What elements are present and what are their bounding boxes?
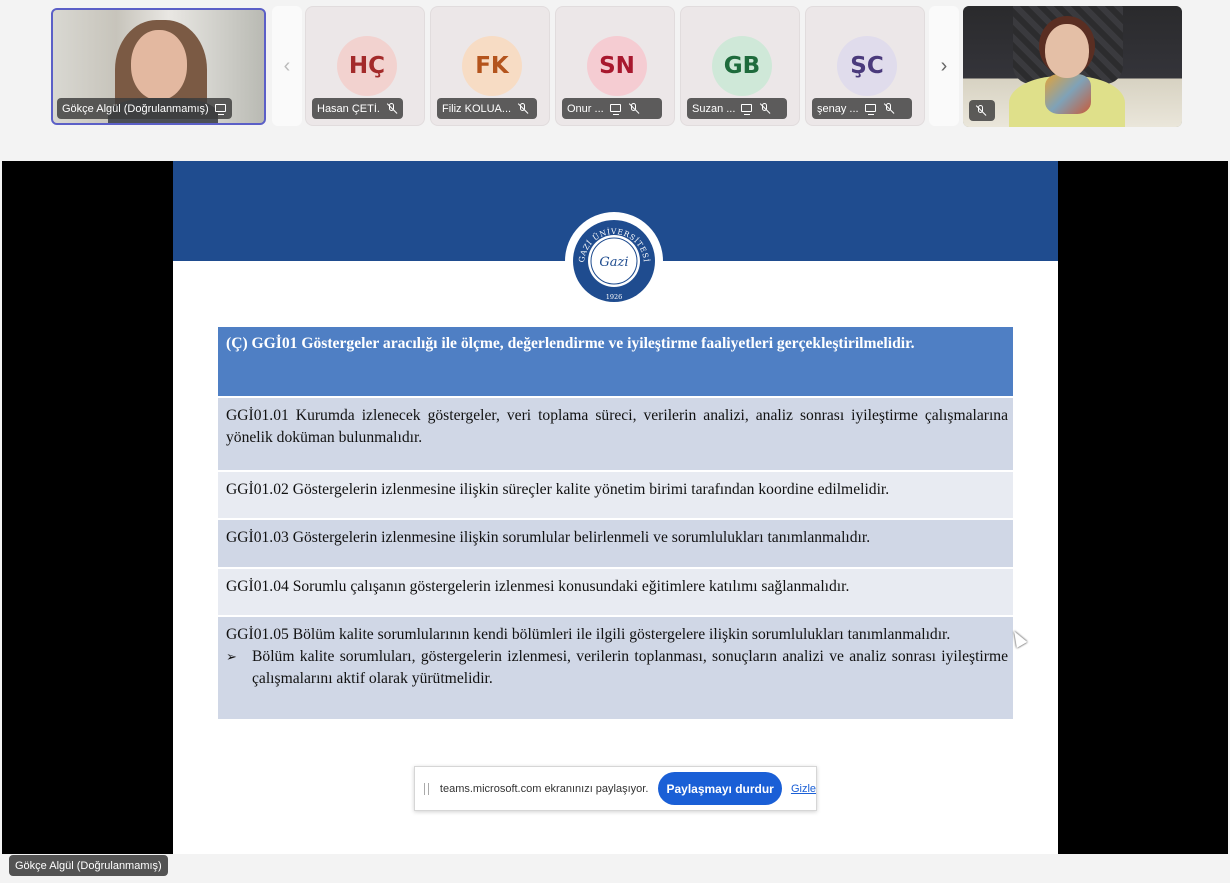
avatar: FK — [462, 36, 522, 96]
participant-name-chip: Gökçe Algül (Doğrulanmamış) — [57, 98, 232, 119]
participant-name: Gökçe Algül (Doğrulanmamış) — [62, 102, 209, 115]
avatar: GB — [712, 36, 772, 96]
participant-tile-video[interactable] — [963, 6, 1182, 127]
arrow-bullet-icon: ➢ — [226, 650, 237, 665]
mic-off-icon — [759, 102, 771, 115]
participant-name: Filiz KOLUA... — [442, 102, 512, 115]
table-header: (Ç) GGİ01 Göstergeler aracılığı ile ölçm… — [218, 327, 1013, 398]
participant-tile-onur[interactable]: SN Onur ... — [555, 6, 675, 126]
participant-name-chip: Suzan ... — [687, 98, 787, 119]
table-row: GGİ01.04 Sorumlu çalışanın göstergelerin… — [218, 569, 1013, 617]
table-row: GGİ01.05 Bölüm kalite sorumlularının ken… — [218, 617, 1013, 721]
table-row: GGİ01.01 Kurumda izlenecek göstergeler, … — [218, 398, 1013, 472]
participant-name: Onur ... — [567, 102, 604, 115]
participant-tile-filiz[interactable]: FK Filiz KOLUA... — [430, 6, 550, 126]
participant-name: Hasan ÇETİ... — [317, 102, 380, 115]
participant-name-chip: Filiz KOLUA... — [437, 98, 537, 119]
table-row: GGİ01.03 Göstergelerin izlenmesine ilişk… — [218, 520, 1013, 569]
participant-name-chip: Onur ... — [562, 98, 662, 119]
screen-share-icon — [214, 103, 227, 115]
seal-icon: GAZİ ÜNİVERSİTESİ 1926 Gazi — [569, 216, 659, 306]
avatar: SN — [587, 36, 647, 96]
screen-share-icon — [741, 103, 753, 115]
avatar: ŞC — [837, 36, 897, 96]
mic-off-icon — [517, 102, 529, 115]
university-seal-logo: GAZİ ÜNİVERSİTESİ 1926 Gazi — [567, 214, 661, 308]
screen-share-bar: teams.microsoft.com ekranınızı paylaşıyo… — [414, 766, 817, 811]
row-text: GGİ01.05 Bölüm kalite sorumlularının ken… — [226, 626, 951, 643]
participant-name-chip — [969, 100, 995, 121]
seal-year: 1926 — [606, 293, 623, 301]
participant-name-chip: şenay ... — [812, 98, 912, 119]
participant-name: şenay ... — [817, 102, 859, 115]
mic-off-icon — [883, 102, 895, 115]
bullet-item: ➢ Bölüm kalite sorumluları, göstergeleri… — [226, 646, 1008, 690]
stop-sharing-button[interactable]: Paylaşmayı durdur — [658, 772, 782, 805]
screen-share-icon — [864, 103, 877, 115]
participant-tile-hasan[interactable]: HÇ Hasan ÇETİ... — [305, 6, 425, 126]
participant-tile-suzan[interactable]: GB Suzan ... — [680, 6, 800, 126]
hide-share-bar-link[interactable]: Gizle — [791, 783, 816, 795]
bullet-text: Bölüm kalite sorumluları, göstergelerin … — [252, 648, 1008, 687]
next-participants-button[interactable]: › — [929, 6, 959, 126]
table-row: GGİ01.02 Göstergelerin izlenmesine ilişk… — [218, 472, 1013, 520]
mic-off-icon — [975, 104, 987, 117]
avatar: HÇ — [337, 36, 397, 96]
share-status-text: teams.microsoft.com ekranınızı paylaşıyo… — [439, 782, 649, 795]
seal-script: Gazi — [599, 255, 628, 270]
mic-off-icon — [386, 102, 398, 115]
presenter-name-chip: Gökçe Algül (Doğrulanmamış) — [9, 855, 168, 876]
criteria-table: (Ç) GGİ01 Göstergeler aracılığı ile ölçm… — [218, 327, 1013, 721]
participant-strip: Gökçe Algül (Doğrulanmamış) ‹ HÇ Hasan Ç… — [0, 0, 1230, 160]
participant-tile-gokce[interactable]: Gökçe Algül (Doğrulanmamış) — [51, 8, 266, 125]
mic-off-icon — [628, 102, 640, 115]
presentation-slide: GAZİ ÜNİVERSİTESİ 1926 Gazi (Ç) GGİ01 Gö… — [173, 161, 1058, 854]
participant-name: Suzan ... — [692, 102, 736, 115]
participant-name-chip: Hasan ÇETİ... — [312, 98, 403, 119]
prev-participants-button[interactable]: ‹ — [272, 6, 302, 126]
screen-share-icon — [609, 103, 622, 115]
drag-handle-icon[interactable] — [424, 782, 429, 795]
participant-tile-senay[interactable]: ŞC şenay ... — [805, 6, 925, 126]
